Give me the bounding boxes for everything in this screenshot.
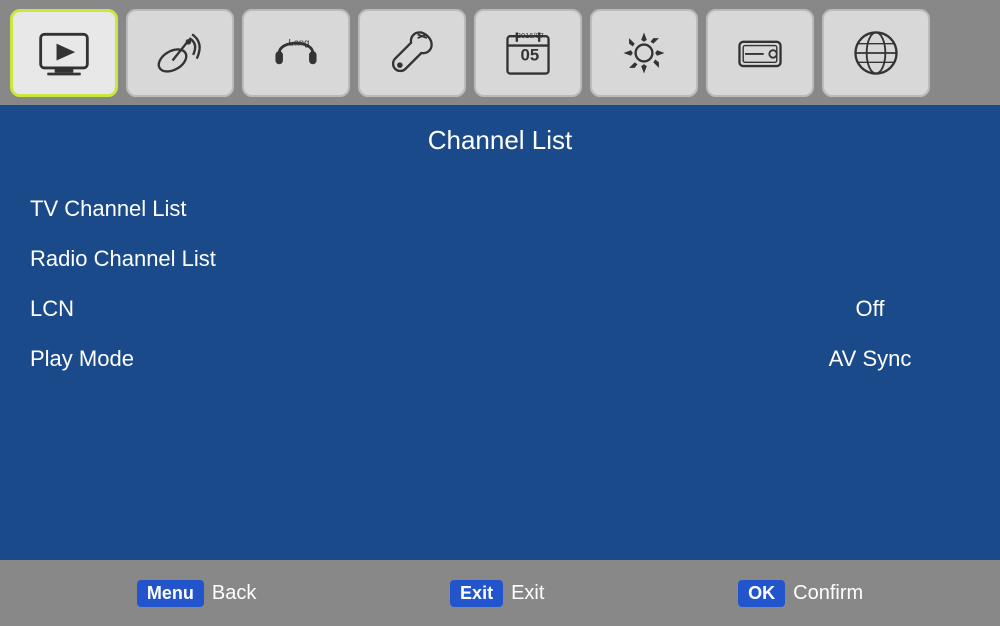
nav-satellite[interactable] xyxy=(126,9,234,97)
nav-tools[interactable] xyxy=(358,9,466,97)
menu-row-radio-channel[interactable]: Radio Channel List xyxy=(30,234,970,284)
menu-row-tv-channel[interactable]: TV Channel List xyxy=(30,184,970,234)
play-mode-value: AV Sync xyxy=(770,346,970,372)
exit-badge: Exit xyxy=(450,580,503,607)
nav-language[interactable]: Lang xyxy=(242,9,350,97)
play-mode-label: Play Mode xyxy=(30,346,770,372)
menu-row-play-mode[interactable]: Play Mode AV Sync xyxy=(30,334,970,384)
section-title: Channel List xyxy=(30,125,970,156)
nav-tv-play[interactable] xyxy=(10,9,118,97)
menu-badge: Menu xyxy=(137,580,204,607)
bottom-bar: Menu Back Exit Exit OK Confirm xyxy=(0,560,1000,626)
nav-hdd[interactable] xyxy=(706,9,814,97)
svg-text:2016/07: 2016/07 xyxy=(517,31,544,40)
ok-badge: OK xyxy=(738,580,785,607)
nav-settings[interactable] xyxy=(590,9,698,97)
tv-channel-list-label: TV Channel List xyxy=(30,196,770,222)
nav-network[interactable] xyxy=(822,9,930,97)
confirm-label: Confirm xyxy=(793,582,863,605)
top-navigation: Lang 2016/07 05 xyxy=(0,0,1000,105)
nav-calendar[interactable]: 2016/07 05 xyxy=(474,9,582,97)
main-content: Channel List TV Channel List Radio Chann… xyxy=(0,105,1000,560)
svg-text:05: 05 xyxy=(521,45,540,64)
menu-row-lcn[interactable]: LCN Off xyxy=(30,284,970,334)
lcn-label: LCN xyxy=(30,296,770,322)
radio-channel-list-label: Radio Channel List xyxy=(30,246,770,272)
svg-text:Lang: Lang xyxy=(289,37,310,47)
lcn-value: Off xyxy=(770,296,970,322)
menu-back-label: Back xyxy=(212,582,256,605)
ok-confirm-button[interactable]: OK Confirm xyxy=(738,580,863,607)
exit-button[interactable]: Exit Exit xyxy=(450,580,544,607)
menu-back-button[interactable]: Menu Back xyxy=(137,580,256,607)
exit-label: Exit xyxy=(511,582,544,605)
